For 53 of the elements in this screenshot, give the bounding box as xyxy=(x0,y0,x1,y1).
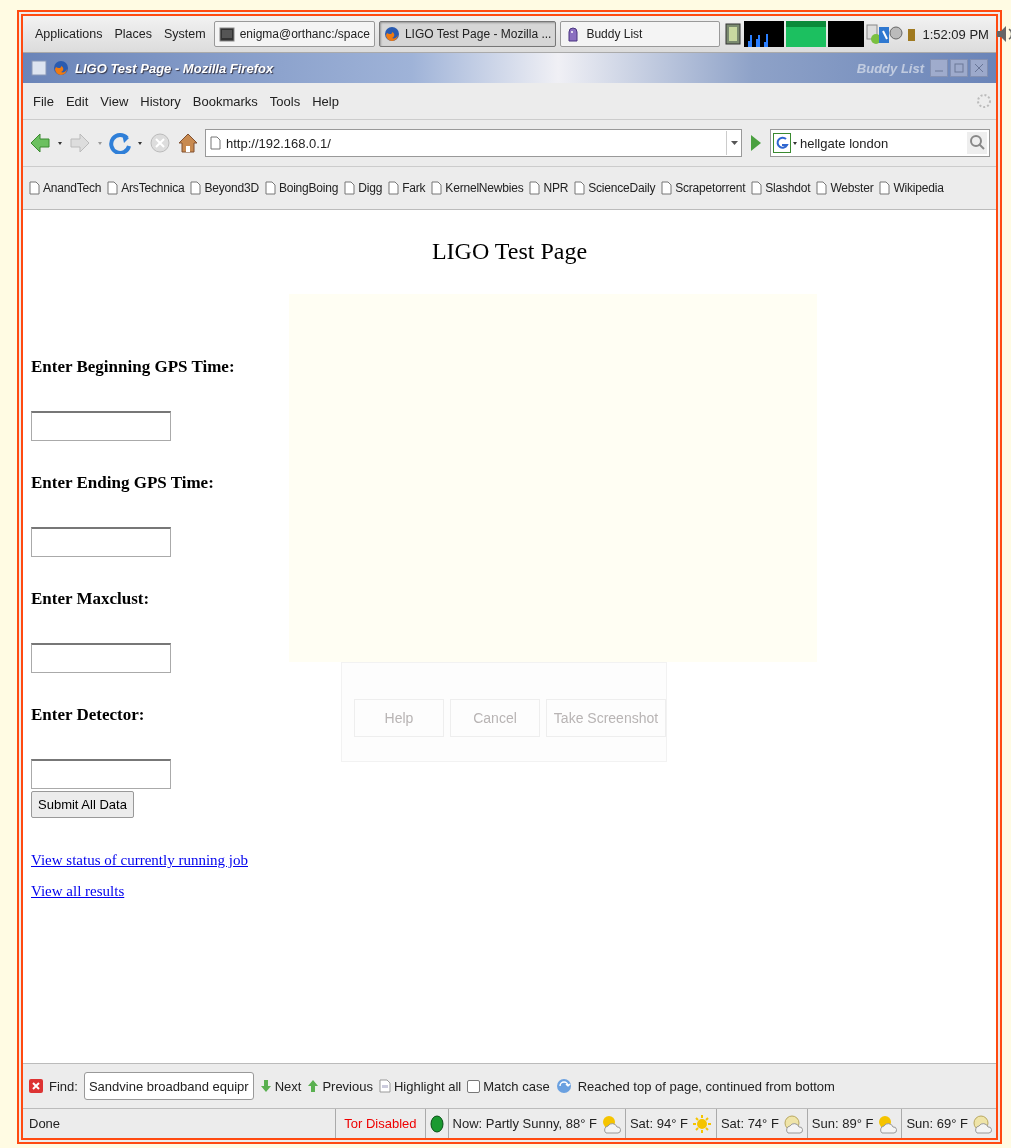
menu-item[interactable]: Edit xyxy=(59,93,95,109)
menu-item[interactable]: History xyxy=(134,93,187,109)
panel-menu[interactable]: System xyxy=(159,27,210,41)
panel-menu[interactable]: Places xyxy=(110,27,156,41)
bookmark[interactable]: ArsTechnica xyxy=(107,181,185,195)
bookmark[interactable]: NPR xyxy=(529,181,569,195)
field-label: Enter Ending GPS Time: xyxy=(31,473,214,493)
bookmark[interactable]: AnandTech xyxy=(29,181,102,195)
submit-button[interactable]: Submit All Data xyxy=(31,791,134,818)
panel-menu[interactable]: Applications xyxy=(31,27,107,41)
page-title: LIGO Test Page xyxy=(430,238,589,265)
bookmark[interactable]: KernelNewbies xyxy=(431,181,524,195)
field-label: Enter Beginning GPS Time: xyxy=(31,357,235,377)
field-label: Enter Maxclust: xyxy=(31,589,150,609)
menu-item[interactable]: View xyxy=(94,93,135,109)
clock[interactable]: 1:52:09 PM xyxy=(918,26,993,42)
taskbar-button[interactable]: enigma@orthanc:/space xyxy=(213,21,375,47)
bookmark[interactable]: Scrapetorrent xyxy=(661,181,746,195)
bookmark[interactable]: ScienceDaily xyxy=(574,181,656,195)
bookmark[interactable]: Webster xyxy=(816,181,874,195)
weather-panel[interactable]: Now: Partly Sunny, 88° F xyxy=(447,1109,625,1138)
menu-item[interactable]: Bookmarks xyxy=(186,93,264,109)
bookmark[interactable]: Digg xyxy=(344,181,383,195)
search-field[interactable]: hellgate london xyxy=(770,129,990,157)
bookmark[interactable]: Fark xyxy=(388,181,426,195)
menu-item[interactable]: Help xyxy=(306,93,345,109)
bookmark[interactable]: Slashdot xyxy=(751,181,811,195)
taskbar-button[interactable]: LIGO Test Page - Mozilla ... xyxy=(378,21,557,47)
find-field[interactable]: Sandvine broadband equipr xyxy=(83,1072,254,1100)
next-button[interactable]: Next xyxy=(259,1078,302,1094)
bookmark[interactable]: Wikipedia xyxy=(879,181,944,195)
background-window-title: Buddy List xyxy=(856,60,924,76)
link[interactable]: View status of currently running job xyxy=(31,852,248,869)
find-label: Find: xyxy=(49,1078,78,1094)
menu-item[interactable]: Tools xyxy=(263,93,307,109)
menu-item[interactable]: File xyxy=(27,93,60,109)
bookmark[interactable]: Beyond3D xyxy=(190,181,259,195)
weather-panel[interactable]: Sun: 69° F xyxy=(901,1109,996,1138)
match-case-checkbox[interactable]: Match case xyxy=(467,1078,550,1094)
field-label: Enter Detector: xyxy=(31,705,145,725)
status-text: Done xyxy=(28,1115,62,1133)
taskbar-button[interactable]: Buddy List xyxy=(560,21,721,47)
address-bar[interactable]: http://192.168.0.1/ xyxy=(205,129,742,157)
tor-status[interactable]: Tor Disabled xyxy=(335,1109,425,1138)
previous-button[interactable]: Previous xyxy=(307,1078,373,1094)
weather-panel[interactable]: Sat: 74° F xyxy=(715,1109,807,1138)
find-message: Reached top of page, continued from bottom xyxy=(577,1078,835,1094)
link[interactable]: View all results xyxy=(31,883,125,900)
bookmark[interactable]: BoingBoing xyxy=(264,181,339,195)
weather-panel[interactable]: Sat: 94° F xyxy=(624,1109,716,1138)
highlight-all-button[interactable]: Highlight all xyxy=(378,1078,462,1094)
window-title: LIGO Test Page - Mozilla Firefox xyxy=(75,60,274,76)
weather-panel[interactable]: Sun: 89° F xyxy=(806,1109,902,1138)
